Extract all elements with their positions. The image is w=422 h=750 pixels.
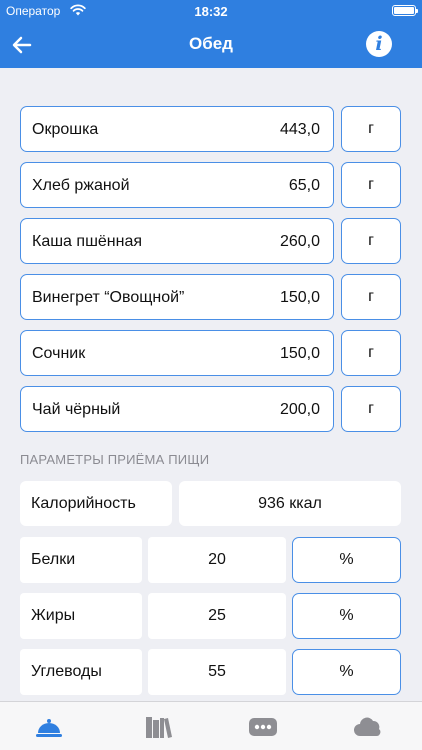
food-item-field[interactable]: Хлеб ржаной 65,0: [20, 162, 334, 208]
macro-label: Углеводы: [31, 663, 102, 680]
food-item-quantity: 150,0: [279, 289, 320, 306]
macro-row-fats: Жиры 25 %: [20, 593, 401, 639]
food-item-row: Каша пшённая 260,0 г: [20, 218, 401, 264]
food-item-quantity: 443,0: [279, 121, 320, 138]
tab-bar: [0, 701, 422, 750]
unit-selector[interactable]: г: [341, 274, 401, 320]
macro-label-cell: Углеводы: [20, 649, 142, 695]
macro-value-cell: 55: [148, 649, 286, 695]
macro-value: 25: [208, 607, 226, 624]
food-item-quantity: 65,0: [288, 177, 320, 194]
food-item-name: Чай чёрный: [32, 401, 121, 418]
unit-selector[interactable]: г: [341, 330, 401, 376]
calories-label-cell: Калорийность: [20, 481, 172, 526]
food-item-row: Чай чёрный 200,0 г: [20, 386, 401, 432]
food-item-row: Окрошка 443,0 г: [20, 106, 401, 152]
unit-selector[interactable]: г: [341, 106, 401, 152]
food-item-row: Винегрет “Овощной” 150,0 г: [20, 274, 401, 320]
macro-value-cell: 25: [148, 593, 286, 639]
info-icon[interactable]: i: [366, 31, 392, 57]
macro-label: Жиры: [31, 607, 76, 624]
unit-selector[interactable]: г: [341, 218, 401, 264]
calories-label: Калорийность: [31, 495, 136, 512]
status-bar: Оператор 18:32: [0, 0, 422, 22]
battery-icon: [392, 5, 418, 16]
food-item-row: Хлеб ржаной 65,0 г: [20, 162, 401, 208]
macro-label-cell: Жиры: [20, 593, 142, 639]
macro-unit-selector[interactable]: %: [292, 649, 401, 695]
food-item-quantity: 200,0: [279, 401, 320, 418]
food-item-name: Окрошка: [32, 121, 99, 138]
books-icon[interactable]: [143, 712, 173, 742]
unit-selector[interactable]: г: [341, 386, 401, 432]
macro-label: Белки: [31, 551, 76, 568]
calories-value-cell: 936 ккал: [179, 481, 401, 526]
food-item-field[interactable]: Чай чёрный 200,0: [20, 386, 334, 432]
macro-row-carbs: Углеводы 55 %: [20, 649, 401, 695]
macro-value-cell: 20: [148, 537, 286, 583]
food-item-field[interactable]: Каша пшённая 260,0: [20, 218, 334, 264]
food-item-name: Винегрет “Овощной”: [32, 289, 185, 306]
food-item-field[interactable]: Сочник 150,0: [20, 330, 334, 376]
clock: 18:32: [194, 4, 228, 19]
macro-unit-selector[interactable]: %: [292, 537, 401, 583]
unit-selector[interactable]: г: [341, 162, 401, 208]
food-item-quantity: 260,0: [279, 233, 320, 250]
macro-value: 55: [208, 663, 226, 680]
cloche-icon[interactable]: [34, 712, 64, 742]
macro-unit-selector[interactable]: %: [292, 593, 401, 639]
section-title: ПАРАМЕТРЫ ПРИЁМА ПИЩИ: [20, 452, 210, 467]
food-item-field[interactable]: Винегрет “Овощной” 150,0: [20, 274, 334, 320]
macro-label-cell: Белки: [20, 537, 142, 583]
food-item-name: Хлеб ржаной: [32, 177, 130, 194]
navigation-header: Оператор 18:32 Обед i: [0, 0, 422, 68]
food-item-name: Сочник: [32, 345, 86, 362]
food-item-row: Сочник 150,0 г: [20, 330, 401, 376]
page-title: Обед: [189, 34, 233, 53]
calories-value: 936 ккал: [258, 495, 322, 512]
food-item-quantity: 150,0: [279, 345, 320, 362]
food-item-name: Каша пшённая: [32, 233, 143, 250]
cloud-icon[interactable]: [353, 712, 383, 742]
macro-row-proteins: Белки 20 %: [20, 537, 401, 583]
more-icon[interactable]: [248, 712, 278, 742]
food-item-field[interactable]: Окрошка 443,0: [20, 106, 334, 152]
macro-value: 20: [208, 551, 226, 568]
